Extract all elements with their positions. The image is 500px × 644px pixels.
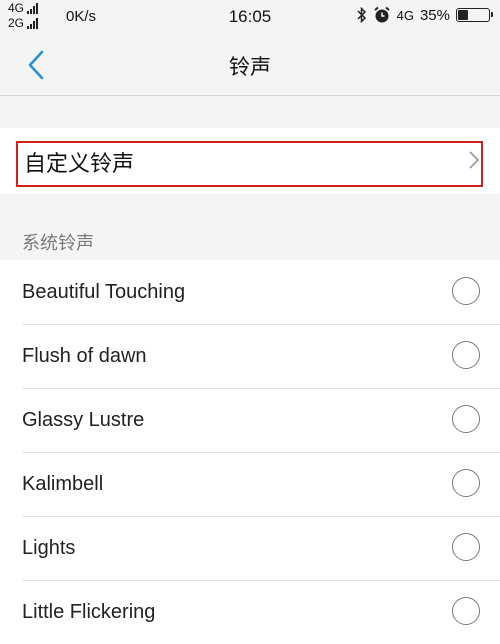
- radio-button[interactable]: [452, 341, 480, 369]
- ringtone-name: Kalimbell: [22, 473, 104, 495]
- list-item[interactable]: Flush of dawn: [0, 324, 500, 389]
- ringtone-name: Little Flickering: [22, 601, 156, 623]
- radio-button[interactable]: [452, 469, 480, 497]
- alarm-icon: [373, 6, 390, 23]
- bluetooth-icon: [357, 7, 366, 23]
- radio-button[interactable]: [452, 277, 480, 305]
- ringtone-name: Flush of dawn: [22, 345, 147, 367]
- radio-button[interactable]: [452, 405, 480, 433]
- status-icons: 4G 35%: [357, 6, 493, 24]
- ringtone-list: Beautiful Touching Flush of dawn Glassy …: [0, 260, 500, 644]
- list-item[interactable]: Little Flickering: [0, 580, 500, 644]
- section-header: 系统铃声: [22, 233, 94, 253]
- battery-percent: 35%: [419, 6, 450, 24]
- battery-fill: [458, 10, 468, 20]
- custom-ringtone-label: 自定义铃声: [24, 151, 135, 176]
- battery-icon: [456, 8, 493, 22]
- list-item[interactable]: Beautiful Touching: [0, 260, 500, 325]
- radio-button[interactable]: [452, 597, 480, 625]
- list-item[interactable]: Kalimbell: [0, 452, 500, 517]
- list-item[interactable]: Lights: [0, 516, 500, 581]
- ringtone-name: Beautiful Touching: [22, 281, 186, 303]
- status-bar: 4G 2G 0K/s 16:05 4G 35%: [0, 0, 500, 34]
- list-item[interactable]: Glassy Lustre: [0, 388, 500, 453]
- network-type-right: 4G: [396, 7, 414, 23]
- ringtone-name: Glassy Lustre: [22, 409, 145, 431]
- chevron-right-icon: [469, 151, 480, 169]
- radio-button[interactable]: [452, 533, 480, 561]
- custom-ringtone-row[interactable]: 自定义铃声: [0, 128, 500, 194]
- navigation-bar: 铃声: [0, 34, 500, 96]
- ringtone-name: Lights: [22, 537, 76, 559]
- page-title: 铃声: [229, 56, 271, 79]
